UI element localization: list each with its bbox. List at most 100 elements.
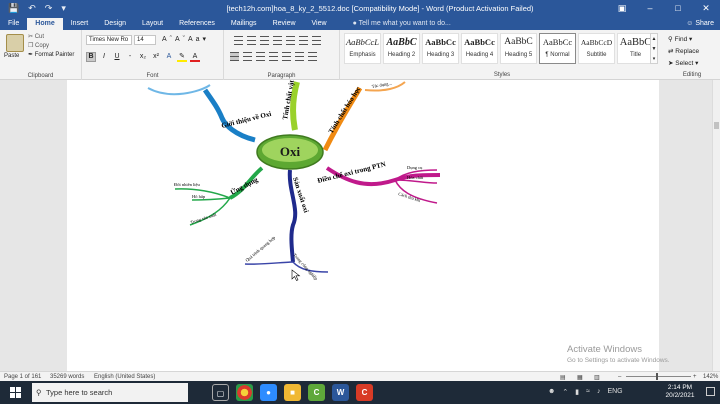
style-normal[interactable]: AaBbCc ¶ Normal	[539, 33, 576, 64]
cut-button[interactable]: ✂ Cut	[28, 33, 74, 42]
line-spacing-icon[interactable]	[282, 52, 291, 61]
replace-button[interactable]: ⇄ Replace	[668, 46, 699, 58]
find-button[interactable]: ⚲ Find ▾	[668, 34, 699, 46]
ribbon-display-icon[interactable]: ▣	[608, 3, 636, 14]
branch-lab-sub-2	[394, 179, 438, 184]
volume-icon[interactable]: ♪	[597, 388, 601, 396]
bold-button[interactable]: B	[86, 52, 96, 62]
zoom-slider[interactable]	[626, 376, 691, 377]
increase-indent-icon[interactable]	[286, 36, 295, 45]
maximize-button[interactable]: □	[664, 3, 692, 14]
taskbar-clock[interactable]: 2:14 PM 20/2/2021	[660, 384, 700, 400]
decrease-indent-icon[interactable]	[273, 36, 282, 45]
camtasia-icon[interactable]: C	[308, 384, 325, 401]
style-heading-4[interactable]: AaBbCc Heading 4	[461, 33, 498, 64]
tab-references[interactable]: References	[171, 18, 223, 30]
chrome-icon[interactable]	[236, 384, 253, 401]
battery-icon[interactable]: ▮	[575, 388, 579, 396]
borders-icon[interactable]	[308, 52, 317, 61]
undo-icon[interactable]: ↶	[28, 3, 36, 14]
people-icon[interactable]: ☻	[548, 388, 555, 396]
tab-insert[interactable]: Insert	[63, 18, 97, 30]
multilevel-list-icon[interactable]	[260, 36, 269, 45]
numbering-icon[interactable]	[247, 36, 256, 45]
zoom-slider-knob[interactable]	[656, 373, 658, 380]
tab-review[interactable]: Review	[265, 18, 304, 30]
text-effects-icon[interactable]: A	[164, 52, 174, 62]
style-heading-2[interactable]: AaBbC Heading 2	[383, 33, 420, 64]
windows-start-icon[interactable]	[10, 387, 21, 398]
shading-icon[interactable]	[295, 52, 304, 61]
minimize-button[interactable]: –	[636, 3, 664, 14]
style-sample: AaBbCc	[464, 37, 495, 47]
style-heading-3[interactable]: AaBbCc Heading 3	[422, 33, 459, 64]
clock-date: 20/2/2021	[665, 392, 695, 399]
style-heading-5[interactable]: AaBbC Heading 5	[500, 33, 537, 64]
highlight-icon[interactable]: ✎	[177, 52, 187, 62]
font-color-icon[interactable]: A	[190, 52, 200, 62]
close-button[interactable]: ✕	[692, 3, 720, 14]
justify-icon[interactable]	[269, 52, 278, 61]
style-name: Heading 2	[387, 52, 416, 58]
tell-me-box[interactable]: ● Tell me what you want to do...	[353, 18, 451, 30]
superscript-button[interactable]: x²	[151, 52, 161, 62]
zoom-level[interactable]: 142%	[703, 374, 718, 380]
tab-view[interactable]: View	[304, 18, 335, 30]
redo-icon[interactable]: ↷	[45, 3, 53, 14]
language-indicator[interactable]: English (United States)	[94, 374, 155, 380]
font-resize-buttons[interactable]: AˆAˇAa▾	[162, 35, 209, 43]
document-page[interactable]: Oxi Giới thiệu về Oxi Tính chất vật lí T…	[67, 80, 659, 371]
style-subtitle[interactable]: AaBbCcD Subtitle	[578, 33, 615, 64]
vertical-scrollbar[interactable]	[712, 80, 720, 371]
tab-design[interactable]: Design	[96, 18, 134, 30]
zoom-in-icon[interactable]: +	[693, 374, 697, 380]
notification-icon[interactable]	[706, 387, 715, 396]
word-taskbar-icon[interactable]: W	[332, 384, 349, 401]
zoom-out-icon[interactable]: –	[618, 374, 621, 380]
align-right-icon[interactable]	[256, 52, 265, 61]
paste-button[interactable]: Paste	[4, 53, 19, 59]
align-left-icon[interactable]	[230, 52, 239, 61]
word-count[interactable]: 35269 words	[50, 374, 84, 380]
task-view-icon[interactable]: ▢	[212, 384, 229, 401]
recorder-app-icon[interactable]: C	[356, 384, 373, 401]
underline-button[interactable]: U	[112, 52, 122, 62]
center-node-label: Oxi	[280, 144, 301, 159]
sort-icon[interactable]	[299, 36, 308, 45]
tray-overflow-icon[interactable]: ⌃	[562, 388, 568, 396]
tab-home[interactable]: Home	[27, 18, 63, 30]
tab-mailings[interactable]: Mailings	[223, 18, 265, 30]
scissors-icon: ✂	[28, 34, 35, 40]
input-language[interactable]: ENG	[607, 388, 622, 396]
file-explorer-icon[interactable]: ■	[284, 384, 301, 401]
tab-layout[interactable]: Layout	[134, 18, 171, 30]
font-name-select[interactable]: Times New Ro	[86, 35, 132, 45]
paragraph-group-label: Paragraph	[267, 73, 296, 79]
align-center-icon[interactable]	[243, 52, 252, 61]
format-painter-button[interactable]: ✒ Format Painter	[28, 51, 74, 60]
styles-scroll-arrows[interactable]: ▲ ▼ ▾	[650, 33, 658, 64]
read-mode-icon[interactable]: ▤	[560, 374, 566, 381]
font-size-select[interactable]: 14	[134, 35, 156, 45]
save-icon[interactable]: 💾	[8, 3, 19, 14]
italic-button[interactable]: I	[99, 52, 109, 62]
customize-qat-icon[interactable]: ▾	[61, 3, 66, 14]
style-emphasis[interactable]: AaBbCcL Emphasis	[344, 33, 381, 64]
clipboard-icon[interactable]	[6, 34, 24, 52]
style-title[interactable]: AaBbC Title	[617, 33, 654, 64]
pilcrow-icon[interactable]	[312, 36, 321, 45]
wifi-icon[interactable]: ≈	[586, 388, 590, 396]
taskbar-search-box[interactable]: ⚲ Type here to search	[32, 383, 188, 402]
subscript-button[interactable]: x₂	[138, 52, 148, 62]
print-layout-icon[interactable]: ▦	[577, 374, 583, 381]
bullets-icon[interactable]	[234, 36, 243, 45]
web-layout-icon[interactable]: ▥	[594, 374, 600, 381]
zoom-app-icon[interactable]: ●	[260, 384, 277, 401]
scrollbar-thumb[interactable]	[714, 122, 719, 129]
copy-button[interactable]: ❐ Copy	[28, 42, 74, 51]
tab-file[interactable]: File	[0, 18, 27, 30]
page-count[interactable]: Page 1 of 161	[4, 374, 41, 380]
select-button[interactable]: ➤ Select ▾	[668, 58, 699, 70]
share-button[interactable]: ☺ Share	[686, 18, 720, 30]
strikethrough-button[interactable]: ‑	[125, 52, 135, 62]
